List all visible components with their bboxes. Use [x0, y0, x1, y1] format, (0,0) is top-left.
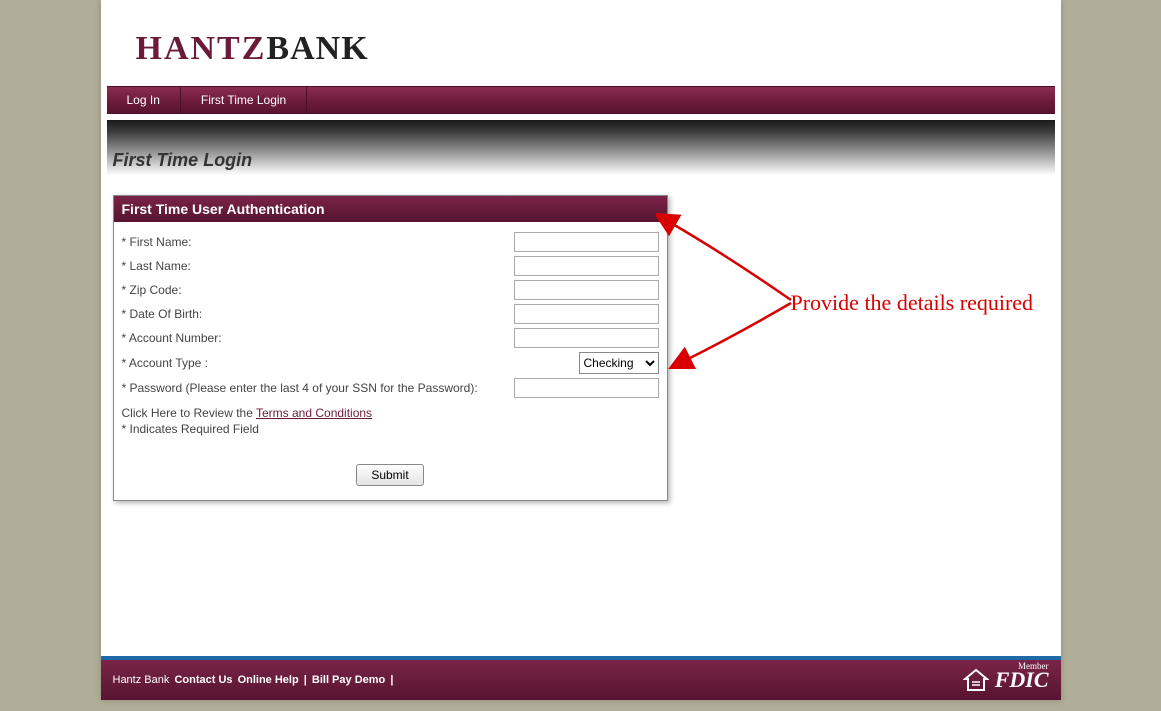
fdic-member: Member [1018, 663, 1049, 670]
input-dob[interactable] [514, 304, 659, 324]
header-logo-area: HANTZBANK [101, 0, 1061, 86]
label-account-num: * Account Number: [122, 331, 514, 345]
main-nav: Log In First Time Login [107, 86, 1055, 114]
auth-form: First Time User Authentication * First N… [113, 195, 668, 501]
terms-prefix: Click Here to Review the [122, 406, 257, 420]
input-last-name[interactable] [514, 256, 659, 276]
form-header: First Time User Authentication [114, 196, 667, 222]
footer-help[interactable]: Online Help [238, 674, 299, 686]
terms-row: Click Here to Review the Terms and Condi… [122, 406, 659, 420]
label-first-name: * First Name: [122, 235, 514, 249]
input-first-name[interactable] [514, 232, 659, 252]
row-zip: * Zip Code: [122, 280, 659, 300]
banner-gradient: First Time Login [107, 120, 1055, 175]
nav-login[interactable]: Log In [107, 87, 181, 113]
row-first-name: * First Name: [122, 232, 659, 252]
row-last-name: * Last Name: [122, 256, 659, 276]
equal-housing-icon [963, 668, 989, 692]
footer-sep2: | [390, 674, 393, 686]
label-account-type: * Account Type : [122, 356, 579, 370]
nav-first-time-login[interactable]: First Time Login [181, 87, 307, 113]
logo-part2: BANK [266, 30, 368, 67]
required-note: * Indicates Required Field [122, 422, 659, 436]
footer-contact[interactable]: Contact Us [174, 674, 232, 686]
terms-link[interactable]: Terms and Conditions [256, 406, 372, 420]
footer-brand: Hantz Bank [113, 674, 170, 686]
footer-sep: | [304, 674, 310, 686]
fdic-badge: Member FDIC [995, 671, 1049, 689]
row-dob: * Date Of Birth: [122, 304, 659, 324]
input-account-num[interactable] [514, 328, 659, 348]
label-password: * Password (Please enter the last 4 of y… [122, 381, 514, 395]
label-zip: * Zip Code: [122, 283, 514, 297]
logo-part1: HANTZ [136, 30, 267, 67]
annotation-text: Provide the details required [791, 290, 1034, 316]
submit-button[interactable]: Submit [356, 464, 423, 486]
row-account-num: * Account Number: [122, 328, 659, 348]
bank-logo: HANTZBANK [136, 30, 369, 68]
footer-demo[interactable]: Bill Pay Demo [312, 674, 385, 686]
row-password: * Password (Please enter the last 4 of y… [122, 378, 659, 398]
row-account-type: * Account Type : Checking [122, 352, 659, 374]
label-dob: * Date Of Birth: [122, 307, 514, 321]
footer-links: Hantz Bank Contact Us Online Help | Bill… [113, 674, 396, 686]
footer-badges: Member FDIC [963, 668, 1049, 692]
input-password[interactable] [514, 378, 659, 398]
page-container: HANTZBANK Log In First Time Login First … [101, 0, 1061, 700]
content-area: First Time User Authentication * First N… [101, 175, 1061, 541]
select-account-type[interactable]: Checking [579, 352, 659, 374]
page-title: First Time Login [107, 150, 253, 175]
submit-wrap: Submit [122, 464, 659, 486]
form-body: * First Name: * Last Name: * Zip Code: *… [114, 222, 667, 500]
input-zip[interactable] [514, 280, 659, 300]
label-last-name: * Last Name: [122, 259, 514, 273]
footer: Hantz Bank Contact Us Online Help | Bill… [101, 656, 1061, 700]
